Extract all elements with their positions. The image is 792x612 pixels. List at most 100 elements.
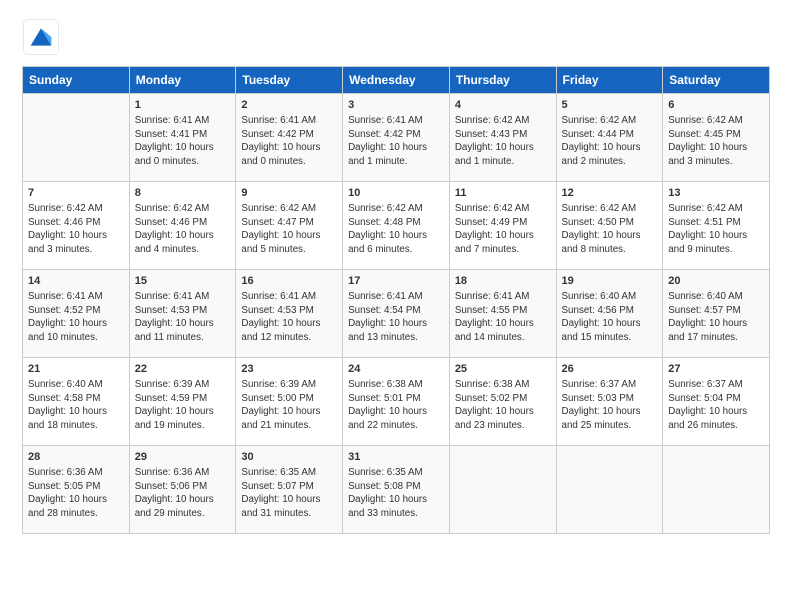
cell-content: Sunrise: 6:41 AMSunset: 4:53 PMDaylight:… <box>241 290 337 344</box>
day-number: 19 <box>562 274 658 289</box>
calendar-cell: 25Sunrise: 6:38 AMSunset: 5:02 PMDayligh… <box>449 358 556 446</box>
page: Sunday Monday Tuesday Wednesday Thursday… <box>0 0 792 612</box>
cell-content: Sunrise: 6:42 AMSunset: 4:49 PMDaylight:… <box>455 202 551 256</box>
cell-content: Sunrise: 6:38 AMSunset: 5:02 PMDaylight:… <box>455 378 551 432</box>
calendar-cell: 14Sunrise: 6:41 AMSunset: 4:52 PMDayligh… <box>23 270 130 358</box>
calendar-cell: 16Sunrise: 6:41 AMSunset: 4:53 PMDayligh… <box>236 270 343 358</box>
cell-content: Sunrise: 6:41 AMSunset: 4:54 PMDaylight:… <box>348 290 444 344</box>
calendar-cell: 31Sunrise: 6:35 AMSunset: 5:08 PMDayligh… <box>343 446 450 534</box>
calendar-cell: 7Sunrise: 6:42 AMSunset: 4:46 PMDaylight… <box>23 182 130 270</box>
calendar-body: 1Sunrise: 6:41 AMSunset: 4:41 PMDaylight… <box>23 94 770 534</box>
cell-content: Sunrise: 6:41 AMSunset: 4:42 PMDaylight:… <box>241 114 337 168</box>
day-number: 28 <box>28 450 124 465</box>
col-sunday: Sunday <box>23 67 130 94</box>
cell-content: Sunrise: 6:40 AMSunset: 4:57 PMDaylight:… <box>668 290 764 344</box>
day-number: 26 <box>562 362 658 377</box>
day-number: 12 <box>562 186 658 201</box>
calendar-cell: 30Sunrise: 6:35 AMSunset: 5:07 PMDayligh… <box>236 446 343 534</box>
calendar-header: Sunday Monday Tuesday Wednesday Thursday… <box>23 67 770 94</box>
day-number: 9 <box>241 186 337 201</box>
calendar-week-row: 21Sunrise: 6:40 AMSunset: 4:58 PMDayligh… <box>23 358 770 446</box>
calendar-cell: 19Sunrise: 6:40 AMSunset: 4:56 PMDayligh… <box>556 270 663 358</box>
calendar-cell: 29Sunrise: 6:36 AMSunset: 5:06 PMDayligh… <box>129 446 236 534</box>
calendar-cell: 18Sunrise: 6:41 AMSunset: 4:55 PMDayligh… <box>449 270 556 358</box>
calendar-cell: 26Sunrise: 6:37 AMSunset: 5:03 PMDayligh… <box>556 358 663 446</box>
cell-content: Sunrise: 6:35 AMSunset: 5:08 PMDaylight:… <box>348 466 444 520</box>
day-number: 10 <box>348 186 444 201</box>
calendar-cell: 17Sunrise: 6:41 AMSunset: 4:54 PMDayligh… <box>343 270 450 358</box>
cell-content: Sunrise: 6:36 AMSunset: 5:05 PMDaylight:… <box>28 466 124 520</box>
day-number: 21 <box>28 362 124 377</box>
day-number: 23 <box>241 362 337 377</box>
calendar-cell: 22Sunrise: 6:39 AMSunset: 4:59 PMDayligh… <box>129 358 236 446</box>
day-number: 31 <box>348 450 444 465</box>
generalblue-logo-icon <box>22 18 60 56</box>
calendar-cell <box>449 446 556 534</box>
day-number: 24 <box>348 362 444 377</box>
calendar-cell: 24Sunrise: 6:38 AMSunset: 5:01 PMDayligh… <box>343 358 450 446</box>
calendar-week-row: 28Sunrise: 6:36 AMSunset: 5:05 PMDayligh… <box>23 446 770 534</box>
calendar-week-row: 14Sunrise: 6:41 AMSunset: 4:52 PMDayligh… <box>23 270 770 358</box>
calendar-cell: 2Sunrise: 6:41 AMSunset: 4:42 PMDaylight… <box>236 94 343 182</box>
calendar-cell: 27Sunrise: 6:37 AMSunset: 5:04 PMDayligh… <box>663 358 770 446</box>
header-row: Sunday Monday Tuesday Wednesday Thursday… <box>23 67 770 94</box>
day-number: 13 <box>668 186 764 201</box>
col-saturday: Saturday <box>663 67 770 94</box>
calendar-table: Sunday Monday Tuesday Wednesday Thursday… <box>22 66 770 534</box>
day-number: 6 <box>668 98 764 113</box>
calendar-cell: 6Sunrise: 6:42 AMSunset: 4:45 PMDaylight… <box>663 94 770 182</box>
day-number: 25 <box>455 362 551 377</box>
calendar-cell: 3Sunrise: 6:41 AMSunset: 4:42 PMDaylight… <box>343 94 450 182</box>
cell-content: Sunrise: 6:42 AMSunset: 4:43 PMDaylight:… <box>455 114 551 168</box>
calendar-cell: 10Sunrise: 6:42 AMSunset: 4:48 PMDayligh… <box>343 182 450 270</box>
calendar-week-row: 7Sunrise: 6:42 AMSunset: 4:46 PMDaylight… <box>23 182 770 270</box>
cell-content: Sunrise: 6:42 AMSunset: 4:46 PMDaylight:… <box>28 202 124 256</box>
calendar-cell: 1Sunrise: 6:41 AMSunset: 4:41 PMDaylight… <box>129 94 236 182</box>
day-number: 8 <box>135 186 231 201</box>
calendar-cell <box>663 446 770 534</box>
day-number: 17 <box>348 274 444 289</box>
cell-content: Sunrise: 6:41 AMSunset: 4:41 PMDaylight:… <box>135 114 231 168</box>
calendar-cell: 13Sunrise: 6:42 AMSunset: 4:51 PMDayligh… <box>663 182 770 270</box>
cell-content: Sunrise: 6:42 AMSunset: 4:45 PMDaylight:… <box>668 114 764 168</box>
day-number: 11 <box>455 186 551 201</box>
calendar-cell: 20Sunrise: 6:40 AMSunset: 4:57 PMDayligh… <box>663 270 770 358</box>
day-number: 7 <box>28 186 124 201</box>
calendar-cell: 23Sunrise: 6:39 AMSunset: 5:00 PMDayligh… <box>236 358 343 446</box>
day-number: 1 <box>135 98 231 113</box>
day-number: 5 <box>562 98 658 113</box>
day-number: 3 <box>348 98 444 113</box>
cell-content: Sunrise: 6:42 AMSunset: 4:44 PMDaylight:… <box>562 114 658 168</box>
calendar-cell <box>23 94 130 182</box>
cell-content: Sunrise: 6:40 AMSunset: 4:58 PMDaylight:… <box>28 378 124 432</box>
day-number: 29 <box>135 450 231 465</box>
calendar-cell: 4Sunrise: 6:42 AMSunset: 4:43 PMDaylight… <box>449 94 556 182</box>
day-number: 4 <box>455 98 551 113</box>
cell-content: Sunrise: 6:40 AMSunset: 4:56 PMDaylight:… <box>562 290 658 344</box>
calendar-cell: 28Sunrise: 6:36 AMSunset: 5:05 PMDayligh… <box>23 446 130 534</box>
day-number: 30 <box>241 450 337 465</box>
col-monday: Monday <box>129 67 236 94</box>
col-friday: Friday <box>556 67 663 94</box>
day-number: 27 <box>668 362 764 377</box>
calendar-cell: 9Sunrise: 6:42 AMSunset: 4:47 PMDaylight… <box>236 182 343 270</box>
cell-content: Sunrise: 6:41 AMSunset: 4:42 PMDaylight:… <box>348 114 444 168</box>
cell-content: Sunrise: 6:39 AMSunset: 5:00 PMDaylight:… <box>241 378 337 432</box>
calendar-cell: 5Sunrise: 6:42 AMSunset: 4:44 PMDaylight… <box>556 94 663 182</box>
cell-content: Sunrise: 6:35 AMSunset: 5:07 PMDaylight:… <box>241 466 337 520</box>
calendar-cell: 12Sunrise: 6:42 AMSunset: 4:50 PMDayligh… <box>556 182 663 270</box>
day-number: 14 <box>28 274 124 289</box>
cell-content: Sunrise: 6:41 AMSunset: 4:52 PMDaylight:… <box>28 290 124 344</box>
cell-content: Sunrise: 6:36 AMSunset: 5:06 PMDaylight:… <box>135 466 231 520</box>
day-number: 22 <box>135 362 231 377</box>
cell-content: Sunrise: 6:41 AMSunset: 4:55 PMDaylight:… <box>455 290 551 344</box>
calendar-cell: 21Sunrise: 6:40 AMSunset: 4:58 PMDayligh… <box>23 358 130 446</box>
calendar-cell: 15Sunrise: 6:41 AMSunset: 4:53 PMDayligh… <box>129 270 236 358</box>
cell-content: Sunrise: 6:42 AMSunset: 4:47 PMDaylight:… <box>241 202 337 256</box>
cell-content: Sunrise: 6:39 AMSunset: 4:59 PMDaylight:… <box>135 378 231 432</box>
logo <box>22 18 66 56</box>
day-number: 16 <box>241 274 337 289</box>
day-number: 18 <box>455 274 551 289</box>
col-tuesday: Tuesday <box>236 67 343 94</box>
cell-content: Sunrise: 6:42 AMSunset: 4:50 PMDaylight:… <box>562 202 658 256</box>
